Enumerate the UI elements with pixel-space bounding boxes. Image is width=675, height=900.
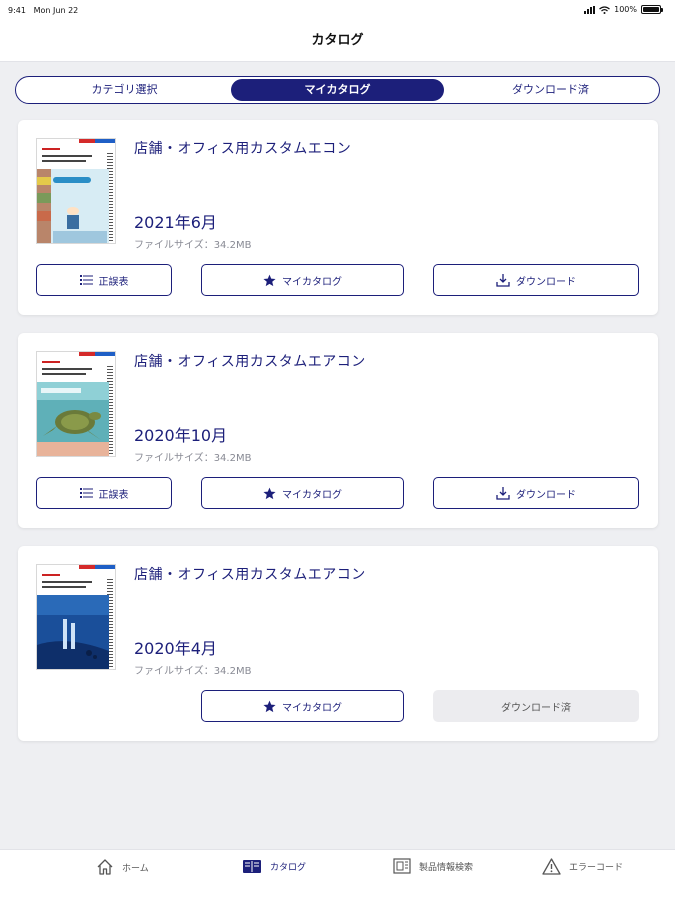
book-icon bbox=[243, 860, 261, 873]
tab-catalog-label: カタログ bbox=[270, 862, 307, 873]
downloaded-button-label: ダウンロード済 bbox=[501, 702, 571, 714]
bottom-tab-bar: ホーム カタログ 製品情報検索 エラーコード bbox=[0, 849, 675, 900]
tab-category-select[interactable]: カテゴリ選択 bbox=[18, 79, 231, 101]
page-title: カタログ bbox=[311, 33, 364, 48]
product-search-icon bbox=[393, 858, 411, 874]
download-button[interactable]: ダウンロード bbox=[433, 264, 639, 296]
errata-button[interactable]: 正誤表 bbox=[36, 477, 172, 509]
list-icon bbox=[79, 275, 93, 285]
catalog-cover-thumbnail[interactable] bbox=[36, 351, 116, 457]
catalog-title: 店舗・オフィス用カスタムエコン bbox=[134, 141, 352, 157]
tab-error-code[interactable]: エラーコード bbox=[542, 858, 623, 875]
catalog-date: 2020年10月 bbox=[134, 426, 228, 445]
tab-home-label: ホーム bbox=[122, 863, 149, 874]
catalog-date: 2020年4月 bbox=[134, 639, 217, 658]
catalog-file-size: ファイルサイズ：34.2MB bbox=[134, 666, 252, 677]
tab-product-search-label: 製品情報検索 bbox=[419, 862, 474, 873]
catalog-card: 店舗・オフィス用カスタムエアコン 2020年10月 ファイルサイズ：34.2MB… bbox=[18, 333, 658, 528]
catalog-date: 2021年6月 bbox=[134, 213, 217, 232]
status-bar: 9:41 Mon Jun 22 100% bbox=[0, 0, 675, 22]
catalog-card: 店舗・オフィス用カスタムエアコン 2020年4月 ファイルサイズ：34.2MB … bbox=[18, 546, 658, 741]
errata-button-label: 正誤表 bbox=[98, 489, 129, 501]
segmented-control: カテゴリ選択 マイカタログ ダウンロード済 bbox=[15, 76, 660, 104]
catalog-file-size: ファイルサイズ：34.2MB bbox=[134, 240, 252, 251]
catalog-card: 店舗・オフィス用カスタムエコン 2021年6月 ファイルサイズ：34.2MB 正… bbox=[18, 120, 658, 315]
warning-icon bbox=[542, 858, 561, 875]
download-icon bbox=[496, 487, 510, 500]
my-catalog-button[interactable]: マイカタログ bbox=[201, 690, 404, 722]
errata-button[interactable]: 正誤表 bbox=[36, 264, 172, 296]
battery-percent: 100% bbox=[614, 5, 637, 14]
tab-downloaded[interactable]: ダウンロード済 bbox=[444, 79, 657, 101]
tab-product-search[interactable]: 製品情報検索 bbox=[393, 858, 473, 874]
download-button-label: ダウンロード bbox=[516, 489, 576, 501]
downloaded-button[interactable]: ダウンロード済 bbox=[433, 690, 639, 722]
my-catalog-button-label: マイカタログ bbox=[282, 489, 342, 501]
my-catalog-button[interactable]: マイカタログ bbox=[201, 477, 404, 509]
list-icon bbox=[79, 488, 93, 498]
catalog-cover-thumbnail[interactable] bbox=[36, 564, 116, 670]
catalog-title: 店舗・オフィス用カスタムエアコン bbox=[134, 567, 366, 583]
download-icon bbox=[496, 274, 510, 287]
my-catalog-button[interactable]: マイカタログ bbox=[201, 264, 404, 296]
tab-catalog[interactable]: カタログ bbox=[242, 858, 306, 874]
tab-error-code-label: エラーコード bbox=[569, 863, 624, 873]
my-catalog-button-label: マイカタログ bbox=[282, 276, 342, 288]
catalog-cover-thumbnail[interactable] bbox=[36, 138, 116, 244]
status-indicators: 100% bbox=[584, 5, 663, 14]
star-icon bbox=[263, 274, 276, 286]
navigation-bar: カタログ bbox=[0, 22, 675, 62]
errata-button-label: 正誤表 bbox=[98, 276, 129, 288]
wifi-icon bbox=[599, 5, 610, 14]
battery-icon bbox=[641, 5, 663, 14]
status-time: 9:41 Mon Jun 22 bbox=[8, 6, 79, 15]
star-icon bbox=[263, 700, 276, 712]
tab-home[interactable]: ホーム bbox=[96, 858, 149, 876]
signal-icon bbox=[584, 5, 596, 14]
catalog-title: 店舗・オフィス用カスタムエアコン bbox=[134, 354, 366, 370]
tab-my-catalog[interactable]: マイカタログ bbox=[231, 79, 444, 101]
catalog-file-size: ファイルサイズ：34.2MB bbox=[134, 453, 252, 464]
my-catalog-button-label: マイカタログ bbox=[282, 702, 342, 714]
download-button[interactable]: ダウンロード bbox=[433, 477, 639, 509]
download-button-label: ダウンロード bbox=[516, 276, 576, 288]
home-icon bbox=[97, 859, 113, 875]
star-icon bbox=[263, 487, 276, 499]
